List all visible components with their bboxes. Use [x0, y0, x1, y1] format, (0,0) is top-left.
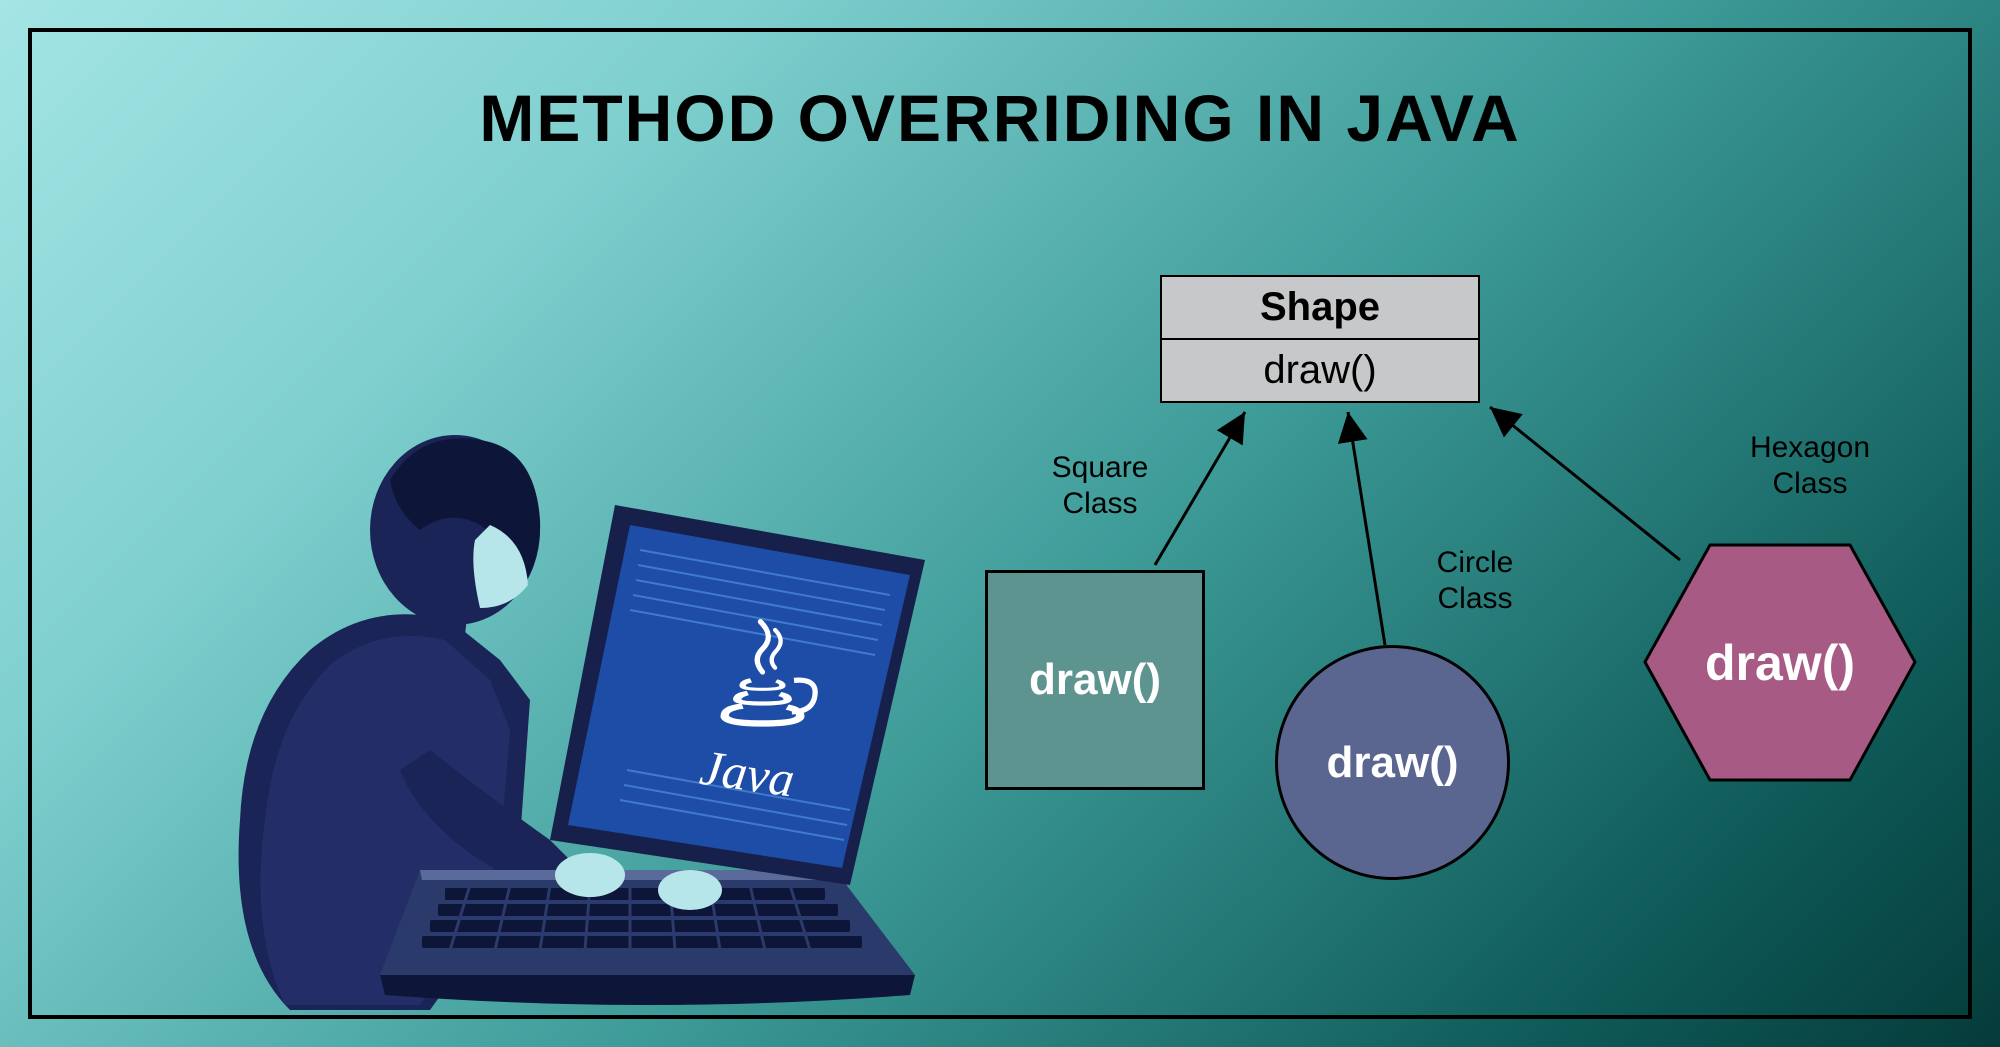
diagram-title: METHOD OVERRIDING IN JAVA — [0, 80, 2000, 156]
square-method: draw() — [1029, 655, 1161, 705]
circle-class-label: Circle Class — [1415, 545, 1535, 617]
hexagon-subclass: draw() — [1640, 540, 1920, 785]
uml-parent-class: Shape draw() — [1160, 275, 1480, 403]
uml-method: draw() — [1162, 340, 1478, 401]
square-class-label: Square Class — [1035, 450, 1165, 522]
hexagon-method: draw() — [1705, 634, 1855, 692]
circle-subclass: draw() — [1275, 645, 1510, 880]
hexagon-class-label: Hexagon Class — [1735, 430, 1885, 502]
person-illustration: Java — [170, 390, 930, 1030]
uml-class-name: Shape — [1162, 277, 1478, 340]
square-subclass: draw() — [985, 570, 1205, 790]
circle-method: draw() — [1327, 738, 1459, 788]
